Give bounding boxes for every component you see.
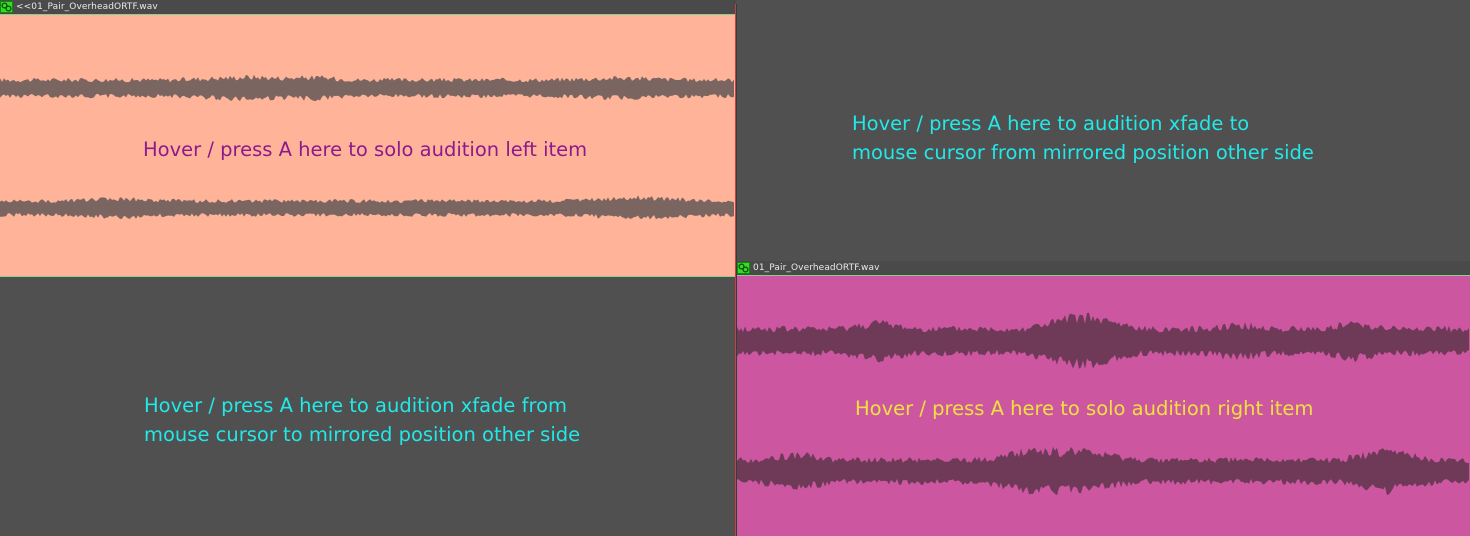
xfade-from-hint-line-2: mouse cursor to mirrored position other … xyxy=(144,423,581,446)
xfade-to-hint: Hover / press A here to audition xfade t… xyxy=(852,109,1314,167)
left-item-waveform-channel-2 xyxy=(0,195,734,220)
right-item-name: 01_Pair_OverheadORTF.wav xyxy=(753,263,880,273)
xfade-to-hint-line-1: Hover / press A here to audition xfade t… xyxy=(852,112,1250,135)
left-item-name: <<01_Pair_OverheadORTF.wav xyxy=(16,2,158,12)
right-item-waveform-channel-2 xyxy=(737,446,1469,496)
item-take-icon[interactable] xyxy=(0,1,13,13)
right-item-body[interactable]: Hover / press A here to solo audition ri… xyxy=(737,276,1470,536)
left-item-body[interactable]: Hover / press A here to solo audition le… xyxy=(0,15,735,276)
right-item-solo-hint: Hover / press A here to solo audition ri… xyxy=(855,397,1314,420)
right-item-header[interactable]: 01_Pair_OverheadORTF.wav xyxy=(737,261,1470,275)
xfade-from-hint: Hover / press A here to audition xfade f… xyxy=(144,391,580,449)
left-item-bottom-edge xyxy=(0,276,736,277)
right-item-waveform-channel-1 xyxy=(737,312,1469,369)
xfade-to-hint-line-2: mouse cursor from mirrored position othe… xyxy=(852,141,1314,164)
xfade-from-hint-line-1: Hover / press A here to audition xfade f… xyxy=(144,394,568,417)
left-item-header[interactable]: <<01_Pair_OverheadORTF.wav xyxy=(0,0,736,14)
item-take-icon[interactable] xyxy=(737,262,750,274)
left-item-waveform-channel-1 xyxy=(0,74,734,101)
left-item-solo-hint: Hover / press A here to solo audition le… xyxy=(143,138,588,161)
